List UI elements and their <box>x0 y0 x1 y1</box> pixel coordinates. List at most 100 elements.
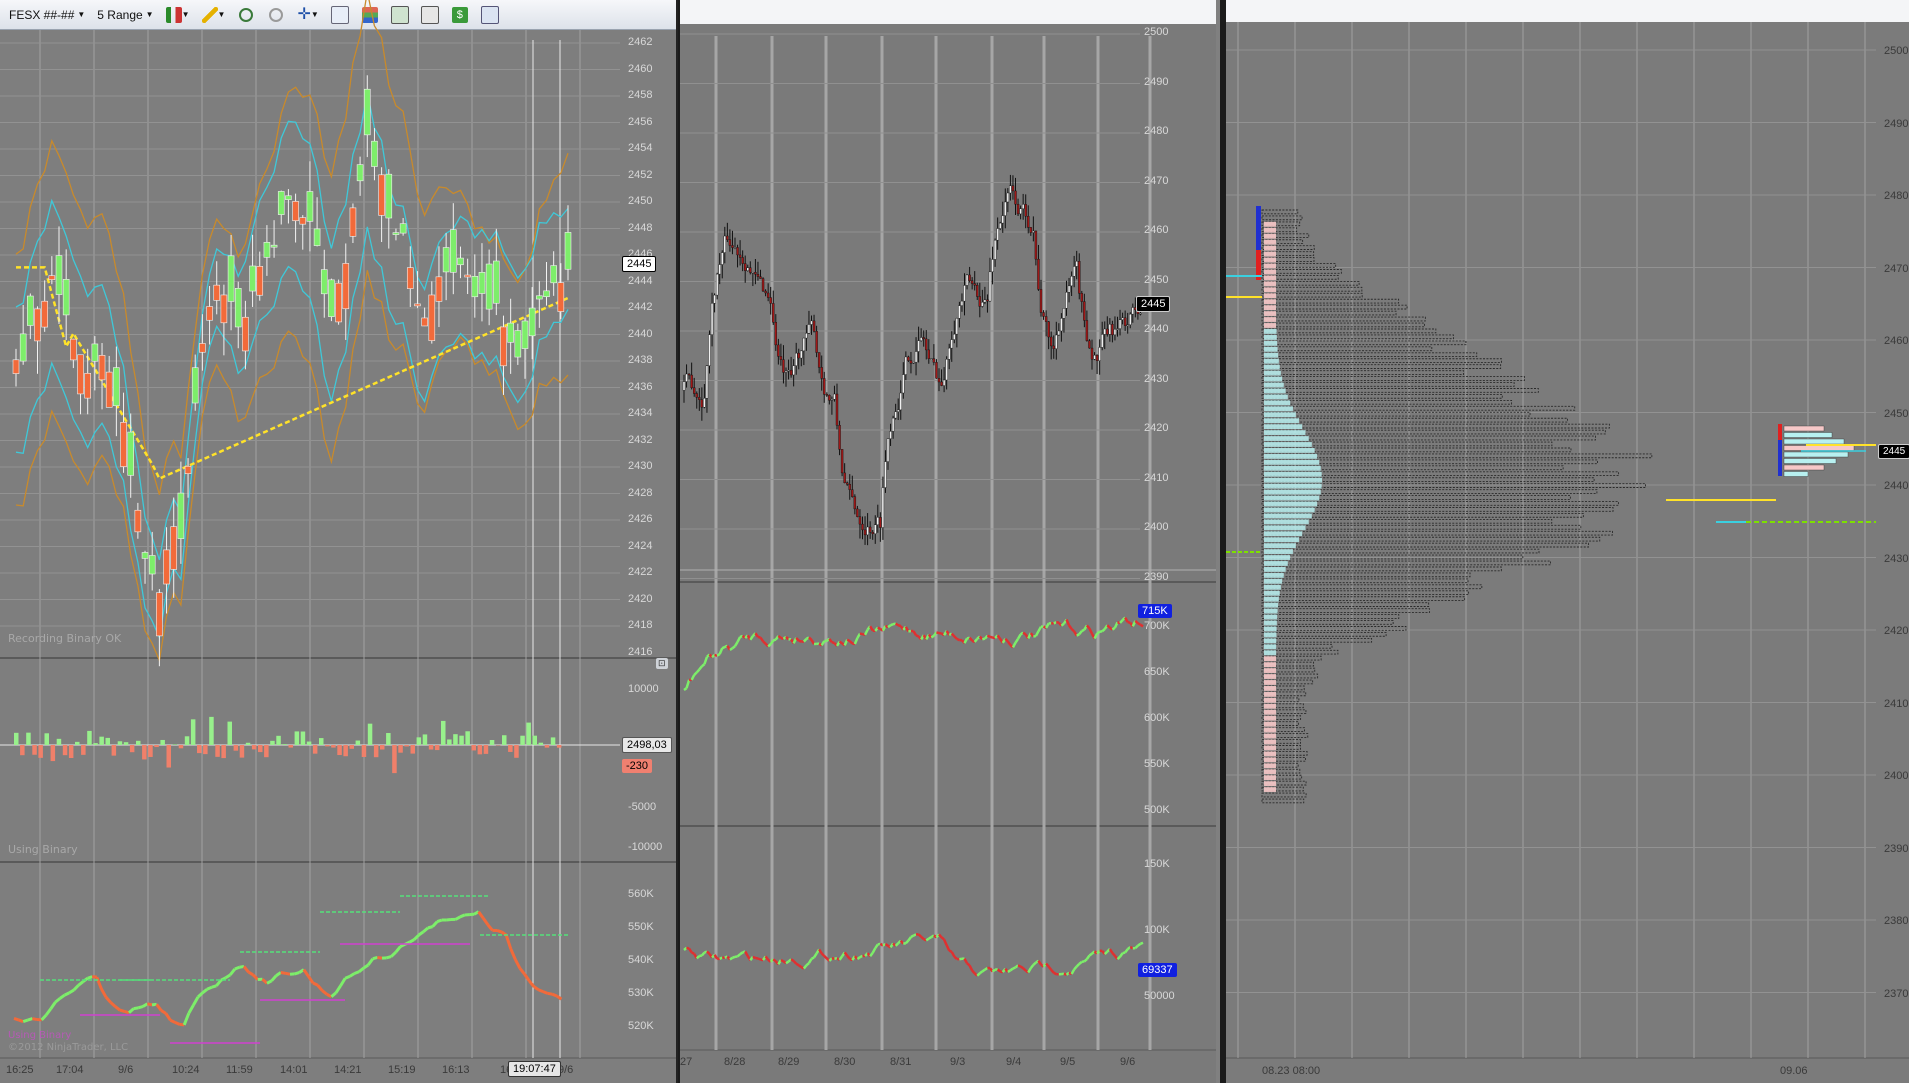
value-area-row <box>1264 352 1279 358</box>
volume-segment <box>1134 620 1139 625</box>
delta-bar <box>355 740 361 745</box>
candle-body <box>988 271 992 302</box>
delta-bar <box>404 745 409 747</box>
candle-body <box>983 299 987 303</box>
initial-balance-row <box>1264 733 1276 739</box>
initial-balance-row <box>1264 275 1276 281</box>
lower-segment <box>798 964 803 969</box>
value-area-row <box>1264 424 1303 429</box>
initial-balance-row <box>1264 703 1276 709</box>
value-area-row <box>1264 370 1281 376</box>
lower-segment <box>1116 955 1121 961</box>
candle-body <box>968 274 971 281</box>
candle-body <box>1118 319 1122 329</box>
price-axis-label: 2462 <box>628 36 653 48</box>
delta-bar <box>129 745 135 753</box>
cum-delta-segment <box>353 970 360 975</box>
volume-segment <box>1137 622 1142 626</box>
candle-body <box>978 296 981 307</box>
candle-body <box>1121 317 1124 320</box>
candle-body <box>996 228 999 241</box>
candle-body <box>879 517 882 528</box>
candle-body <box>256 266 264 296</box>
candle-body <box>698 397 701 400</box>
volume-axis-label: 700K <box>1144 620 1170 632</box>
candle-body <box>863 529 867 536</box>
candle-body <box>876 517 880 525</box>
cum-delta-segment <box>386 955 392 960</box>
candle-body <box>761 278 765 292</box>
market-profile-panel[interactable]: 2500 2490 2480 2470 2460 2450 2440 2430 2420 2410… <box>1226 0 1909 1083</box>
candle-body <box>428 294 436 341</box>
delta-bar <box>441 720 446 745</box>
candle-body <box>249 265 256 292</box>
candle-body <box>896 409 900 412</box>
candle-body <box>528 307 536 337</box>
volume-segment <box>936 631 940 635</box>
initial-balance-row <box>1264 757 1276 763</box>
lower-segment <box>1078 960 1083 965</box>
candle-body <box>227 255 235 302</box>
candle-body <box>457 257 464 266</box>
session-profile-row <box>1783 471 1809 477</box>
candle-body <box>868 526 872 533</box>
delta-bar <box>538 742 544 745</box>
candle-body <box>914 351 918 363</box>
candle-body <box>958 305 961 319</box>
lower-segment <box>1017 964 1022 968</box>
middle-price-chart[interactable] <box>680 0 1220 1083</box>
candle-body <box>766 292 770 298</box>
price-axis-label: 2434 <box>628 407 653 419</box>
delta-bar <box>337 745 342 756</box>
cum-delta-segment <box>18 1018 24 1024</box>
value-area-row <box>1264 477 1322 483</box>
volume-segment <box>1101 628 1106 633</box>
candle-body <box>861 523 864 531</box>
initial-balance-row <box>1264 668 1276 673</box>
price-axis-label: 2420 <box>1144 422 1169 434</box>
cum-delta-segment <box>133 1006 139 1011</box>
delta-bar <box>294 731 300 745</box>
time-axis-label: 10:24 <box>172 1064 200 1076</box>
candle-body <box>320 269 328 295</box>
candle-body <box>700 399 704 408</box>
panel-collapse-icon[interactable]: ⊡ <box>656 658 668 669</box>
candle-body <box>835 393 839 426</box>
lower-segment <box>757 957 761 961</box>
price-axis-label: 2440 <box>1144 323 1169 335</box>
left-chart-panel[interactable]: FESX ##-## ▼ 5 Range ▼ ▼ ▼ ✛ ▼ $ 2462 2460… <box>0 0 678 1083</box>
price-axis-label: 2420 <box>628 592 653 605</box>
value-area-row <box>1264 329 1277 334</box>
value-area-row <box>1264 632 1277 638</box>
delta-bar <box>184 736 190 745</box>
time-axis-label: 16:25 <box>6 1064 34 1076</box>
value-area-row <box>1264 608 1278 614</box>
market-profile-chart[interactable] <box>1226 0 1909 1083</box>
value-area-row <box>1264 364 1280 370</box>
value-area-row <box>1264 501 1318 507</box>
volume-segment <box>887 624 892 629</box>
candle-body <box>1065 292 1068 309</box>
initial-balance-row <box>1264 221 1276 227</box>
cum-delta-segment <box>280 971 286 975</box>
price-axis-label: 2460 <box>628 62 653 75</box>
left-price-chart[interactable] <box>0 0 676 1083</box>
lower-segment <box>1134 944 1139 950</box>
cum-delta-segment <box>372 956 378 961</box>
delta-bar <box>422 734 428 745</box>
candle-body <box>1062 308 1066 319</box>
lower-segment <box>1019 965 1024 970</box>
volume-segment <box>762 640 767 645</box>
candle-body <box>134 509 142 533</box>
candle-body <box>471 275 479 298</box>
candle-body <box>306 191 314 222</box>
price-axis-label: 2426 <box>628 513 653 525</box>
delta-bar <box>489 740 495 745</box>
price-axis-label: 2442 <box>628 301 653 313</box>
delta-bar <box>190 719 196 745</box>
delta-bar <box>123 742 129 745</box>
price-axis-label: 2410 <box>1884 697 1909 710</box>
middle-chart-panel[interactable]: 2500 2490 2480 2470 2460 2450 2440 2430 2420 2410… <box>680 0 1220 1083</box>
delta-bar <box>258 745 263 753</box>
candle-body <box>378 174 385 216</box>
